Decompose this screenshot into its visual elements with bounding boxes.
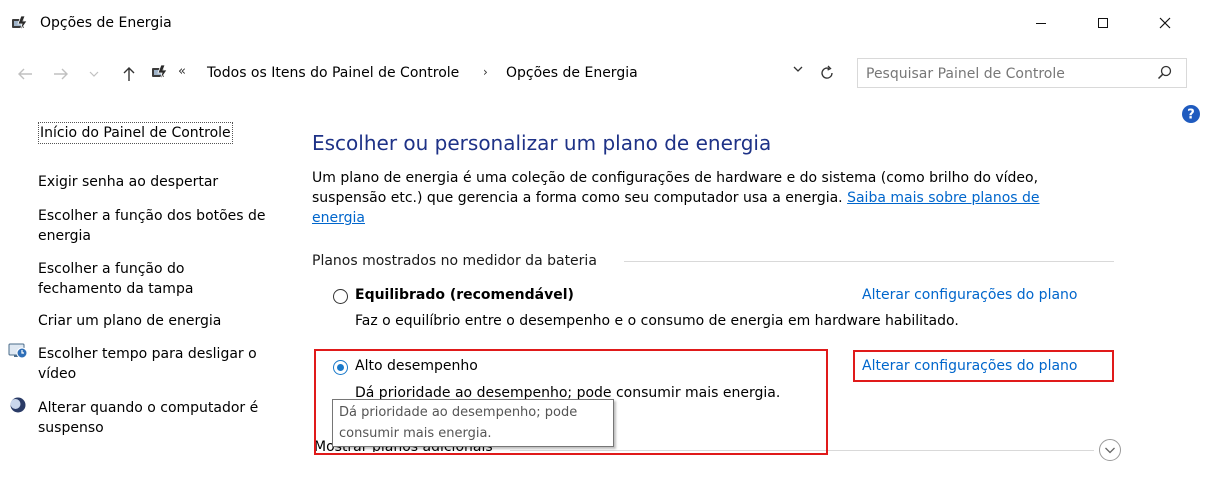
- help-icon[interactable]: ?: [1181, 104, 1201, 124]
- maximize-button[interactable]: [1080, 6, 1126, 40]
- highlight-box-plan: [314, 349, 828, 455]
- chevron-down-icon: [89, 71, 99, 77]
- search-input[interactable]: [866, 64, 1146, 84]
- power-options-icon: [10, 14, 30, 34]
- battery-plans-group-label: Planos mostrados no medidor da bateria: [312, 253, 597, 269]
- breadcrumb-separator[interactable]: ›: [483, 65, 488, 79]
- minimize-button[interactable]: [1018, 6, 1064, 40]
- display-clock-icon: [8, 342, 28, 360]
- search-icon[interactable]: [1156, 64, 1176, 84]
- breadcrumb-all-items[interactable]: Todos os Itens do Painel de Controle: [207, 65, 459, 81]
- minimize-icon: [1036, 23, 1046, 24]
- plan-balanced-radio[interactable]: [333, 289, 348, 304]
- sidebar-item-lid-close[interactable]: Escolher a função do fechamento da tampa: [38, 259, 268, 299]
- arrow-left-icon: [18, 68, 32, 80]
- back-button[interactable]: [14, 62, 36, 86]
- maximize-icon: [1098, 18, 1108, 28]
- arrow-up-icon: [123, 67, 135, 81]
- refresh-icon: [821, 65, 833, 79]
- sidebar-item-create-plan[interactable]: Criar um plano de energia: [38, 311, 221, 331]
- close-icon: [1159, 17, 1171, 29]
- plan-balanced-change-link[interactable]: Alterar configurações do plano: [862, 287, 1077, 303]
- moon-icon: [10, 397, 26, 413]
- close-button[interactable]: [1142, 6, 1188, 40]
- sidebar-home-link[interactable]: Início do Painel de Controle: [38, 122, 233, 144]
- highlight-box-link: [853, 350, 1114, 382]
- sidebar-item-power-buttons[interactable]: Escolher a função dos botões de energia: [38, 206, 268, 246]
- group-divider: [624, 261, 1114, 262]
- refresh-button[interactable]: [815, 62, 839, 84]
- page-title: Escolher ou personalizar um plano de ene…: [312, 131, 772, 155]
- chevron-down-icon: [793, 66, 803, 72]
- expand-button[interactable]: [1098, 438, 1122, 462]
- breadcrumb-power-options[interactable]: Opções de Energia: [506, 65, 638, 81]
- svg-text:?: ?: [1187, 108, 1195, 123]
- plan-balanced-description: Faz o equilíbrio entre o desempenho e o …: [355, 313, 959, 329]
- chevron-down-circle-icon: [1099, 439, 1121, 461]
- window-title: Opções de Energia: [40, 15, 172, 31]
- sidebar-item-require-password[interactable]: Exigir senha ao despertar: [38, 172, 218, 192]
- plan-balanced-label[interactable]: Equilibrado (recomendável): [355, 287, 574, 303]
- arrow-right-icon: [54, 68, 68, 80]
- recent-locations-button[interactable]: [86, 62, 102, 86]
- sidebar-item-display-timeout[interactable]: Escolher tempo para desligar o vídeo: [38, 344, 278, 384]
- control-panel-icon: [150, 63, 170, 83]
- address-overflow-chevron[interactable]: «: [178, 64, 186, 79]
- up-button[interactable]: [118, 62, 140, 86]
- sidebar-item-sleep-settings[interactable]: Alterar quando o computador é suspenso: [38, 398, 278, 438]
- address-dropdown-button[interactable]: [792, 64, 804, 77]
- forward-button[interactable]: [50, 62, 72, 86]
- page-description: Um plano de energia é uma coleção de con…: [312, 168, 1092, 228]
